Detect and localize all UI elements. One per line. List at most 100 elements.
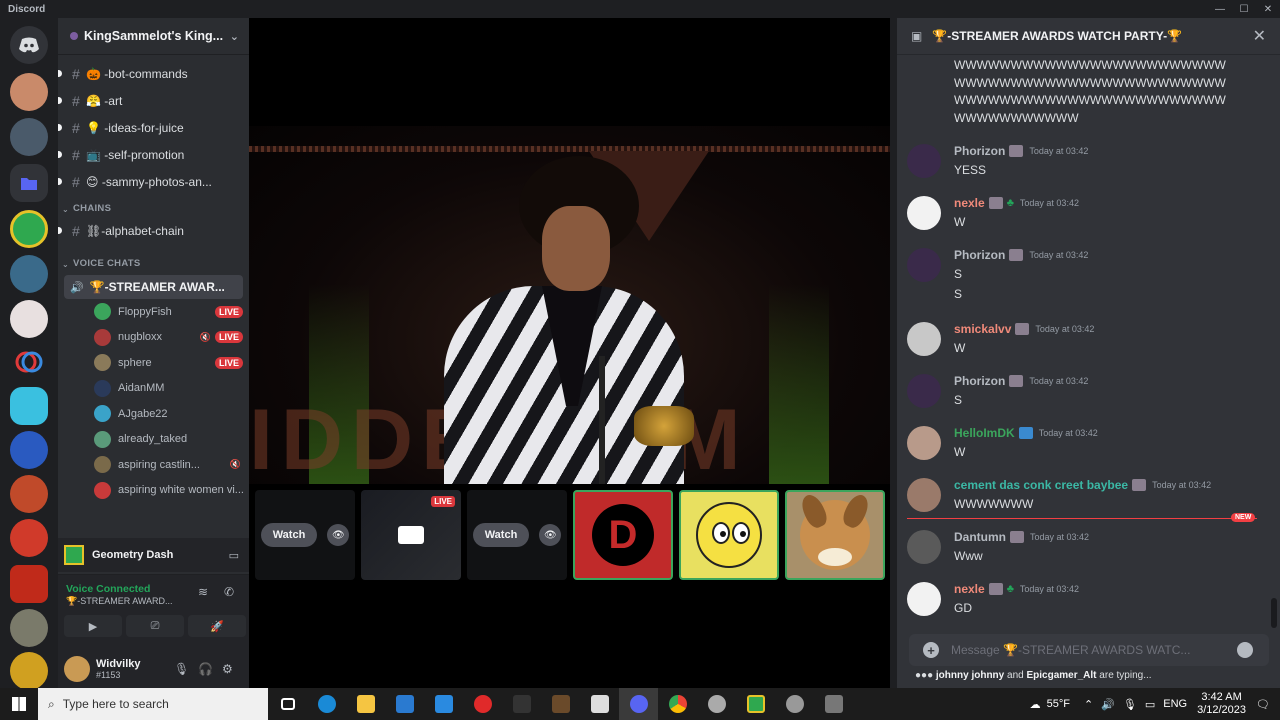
participant-tile[interactable] [785,490,885,580]
notification-icon[interactable]: 🗨 [1256,698,1270,711]
task-view-icon[interactable] [268,688,307,720]
voice-user[interactable]: AidanMM [58,376,249,402]
message-author[interactable]: Phorizon [954,144,1005,158]
app-icon[interactable] [775,688,814,720]
participant-tile[interactable] [679,490,779,580]
clock[interactable]: 3:42 AM 3/12/2023 [1197,691,1246,717]
server-icon[interactable] [10,609,48,647]
category-voice-chats[interactable]: ⌄ VOICE CHATS [58,250,249,272]
chrome-icon[interactable] [658,688,697,720]
voice-user[interactable]: nugbloxx LIVE 🔇 [58,325,249,351]
channel-item[interactable]: # ⛓-alphabet-chain [58,217,249,244]
minimize-icon[interactable]: — [1208,0,1232,18]
message-author[interactable]: nexle [954,582,985,596]
server-icon[interactable] [10,652,48,688]
share-screen-button[interactable]: ⎚ [126,615,184,637]
watch-button[interactable]: Watch [472,523,530,547]
server-icon[interactable] [10,300,48,338]
channel-item[interactable]: # 😤 -art [58,87,249,114]
voice-user[interactable]: aspiring castlin... 🔇 [58,452,249,478]
close-window-icon[interactable]: ✕ [1256,0,1280,18]
minecraft-icon[interactable] [541,688,580,720]
stream-thumbnail[interactable]: LIVE [361,490,461,580]
stream-video[interactable]: IDDE M AW [249,126,890,484]
channel-item[interactable]: # 📺 -self-promotion [58,141,249,168]
avatar[interactable] [907,426,941,460]
channel-item[interactable]: # 😊 -sammy-photos-an... [58,168,249,195]
weather-icon[interactable]: ☁ [1030,698,1041,711]
voice-channel-active[interactable]: 🔊 🏆-STREAMER AWAR... [64,275,243,299]
store-icon[interactable] [385,688,424,720]
message-author[interactable]: cement das conk creet baybee [954,478,1128,492]
server-icon[interactable] [10,565,48,603]
avatar[interactable] [907,322,941,356]
message-author[interactable]: Phorizon [954,248,1005,262]
camera-button[interactable]: ▶ [64,615,122,637]
channel-item[interactable]: # 🎃 -bot-commands [58,60,249,87]
server-icon[interactable] [10,387,48,425]
voice-user[interactable]: aspiring white women vi... [58,478,249,504]
headphones-icon[interactable]: 🎧 [198,662,213,676]
avatar[interactable] [907,530,941,564]
server-icon[interactable] [10,210,48,248]
gear-icon[interactable]: ⚙ [222,662,233,676]
activity-game[interactable]: Geometry Dash ▭ [58,538,249,572]
watch-button[interactable]: Watch [260,523,318,547]
close-icon[interactable]: ✕ [1253,26,1266,46]
chevron-down-icon[interactable]: ⌄ [230,30,239,43]
geometry-dash-taskbar-icon[interactable] [736,688,775,720]
activity-button[interactable]: 🚀 [188,615,246,637]
mail-icon[interactable] [424,688,463,720]
message-author[interactable]: Dantumn [954,530,1006,544]
add-attachment-icon[interactable]: + [923,642,939,658]
epic-games-icon[interactable] [502,688,541,720]
mic-tray-icon[interactable]: 🎙 [1123,698,1137,711]
battery-icon[interactable]: ▭ [1145,698,1155,711]
app-icon[interactable] [814,688,853,720]
scrollbar[interactable] [1271,598,1277,628]
message-author[interactable]: Phorizon [954,374,1005,388]
discord-taskbar-icon[interactable] [619,688,658,720]
server-icon[interactable] [10,255,48,293]
taskbar-search[interactable]: ⌕ Type here to search [38,688,268,720]
disconnect-icon[interactable]: ✆ [224,585,234,599]
voice-user[interactable]: sphere LIVE [58,350,249,376]
language-indicator[interactable]: ENG [1163,698,1187,710]
voice-user[interactable]: already_taked [58,427,249,453]
file-explorer-icon[interactable] [346,688,385,720]
opera-icon[interactable] [463,688,502,720]
message-author[interactable]: HelloImDK [954,426,1015,440]
server-icon[interactable] [10,73,48,111]
server-icon[interactable] [10,475,48,513]
category-chains[interactable]: ⌄ CHAINS [58,195,249,217]
server-icon[interactable] [10,519,48,557]
channel-item[interactable]: # 💡 -ideas-for-juice [58,114,249,141]
noise-suppression-icon[interactable]: ≋ [198,585,208,599]
voice-user[interactable]: AJgabe22 [58,401,249,427]
avatar[interactable] [907,374,941,408]
edge-icon[interactable] [307,688,346,720]
chevron-up-icon[interactable]: ⌃ [1084,698,1093,711]
eye-icon[interactable]: 👁 [539,524,562,546]
message-author[interactable]: nexle [954,196,985,210]
server-icon[interactable] [10,118,48,156]
folder-icon[interactable] [10,164,48,202]
microphone-icon[interactable]: 🎙 [174,662,189,676]
server-icon[interactable] [10,431,48,469]
avatar[interactable] [907,582,941,616]
emoji-icon[interactable] [1237,642,1253,658]
voice-user[interactable]: FloppyFish LIVE [58,299,249,325]
avatar[interactable] [907,248,941,282]
message-author[interactable]: smickalvv [954,322,1011,336]
participant-tile[interactable]: D [573,490,673,580]
server-icon[interactable] [10,343,48,381]
avatar[interactable] [907,196,941,230]
message-input[interactable] [951,643,1237,657]
avatar[interactable] [64,656,90,682]
server-header[interactable]: KingSammelot's King... ⌄ [58,18,249,55]
voice-channel-label[interactable]: 🏆-STREAMER AWARD... [66,596,173,607]
maximize-icon[interactable]: ☐ [1232,0,1256,18]
avatar[interactable] [907,144,941,178]
app-icon[interactable] [580,688,619,720]
weather-temp[interactable]: 55°F [1047,698,1070,710]
